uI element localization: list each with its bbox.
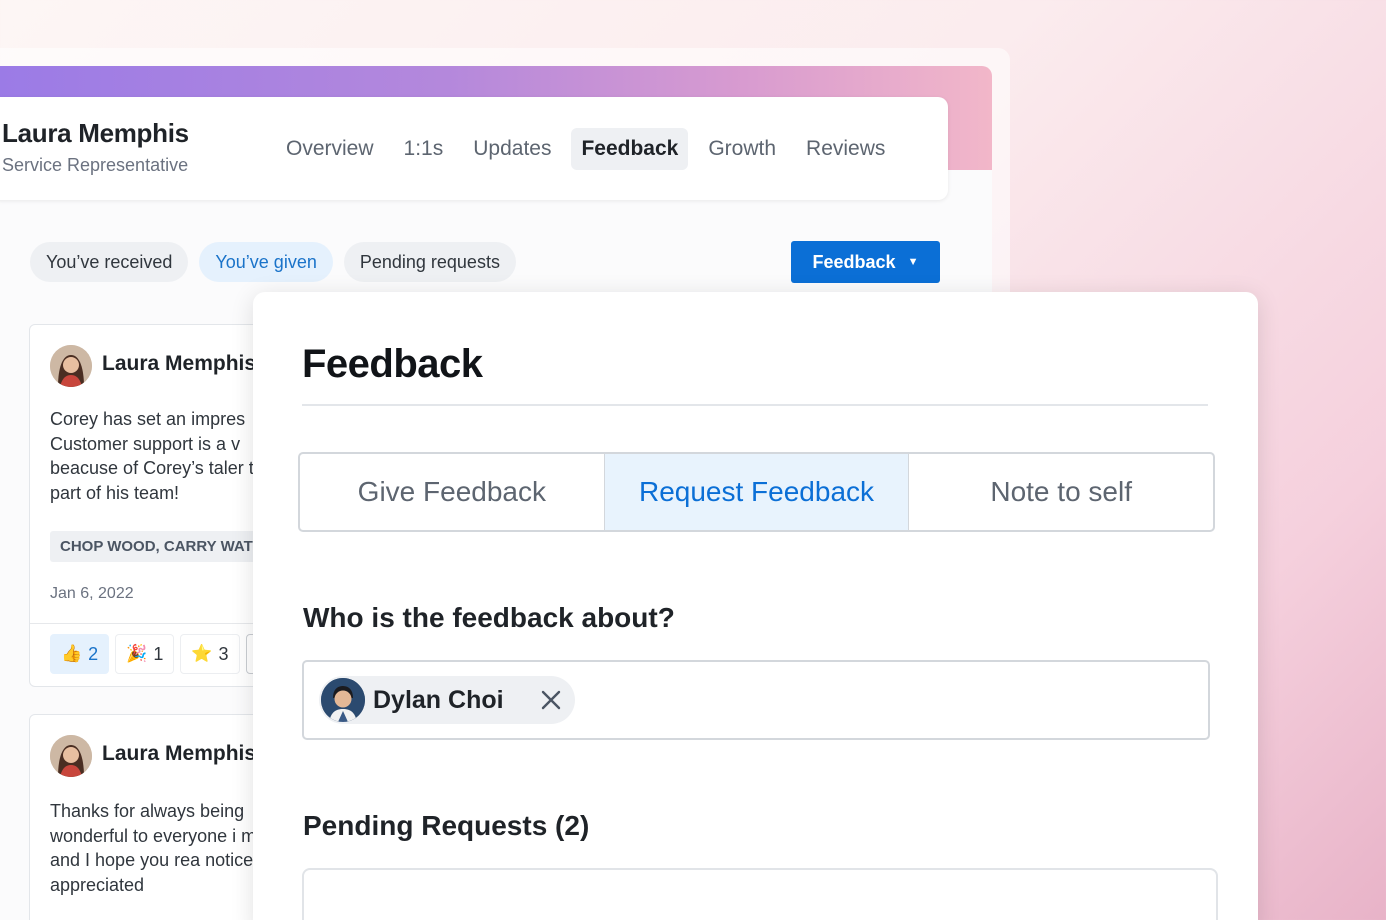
- modal-divider: [302, 404, 1208, 406]
- segment-request-feedback[interactable]: Request Feedback: [603, 454, 909, 530]
- star-icon: ⭐: [191, 644, 213, 663]
- card-author-name: Laura Memphis: [102, 742, 257, 765]
- reaction-count: 1: [153, 643, 164, 664]
- profile-name: Laura Memphis: [2, 118, 189, 148]
- segment-give-feedback[interactable]: Give Feedback: [300, 454, 604, 530]
- remove-person-button[interactable]: [539, 688, 563, 712]
- profile-role: Service Representative: [2, 155, 189, 175]
- person-avatar-icon: [50, 735, 92, 777]
- selected-person-chip: Dylan Choi: [319, 676, 575, 724]
- reaction-star[interactable]: ⭐ 3: [180, 634, 240, 674]
- feedback-type-selector: Give Feedback Request Feedback Note to s…: [298, 452, 1215, 532]
- card-value-tag: CHOP WOOD, CARRY WAT: [50, 531, 263, 562]
- card-divider: [30, 623, 288, 624]
- author-avatar: [50, 735, 92, 777]
- modal-title: Feedback: [302, 342, 483, 386]
- tab-growth[interactable]: Growth: [698, 128, 786, 170]
- profile-nav-tabs: Overview 1:1s Updates Feedback Growth Re…: [276, 128, 895, 170]
- tab-reviews[interactable]: Reviews: [796, 128, 895, 170]
- feedback-card: Laura Memphis Thanks for always being wo…: [29, 714, 289, 920]
- feedback-modal: Feedback Give Feedback Request Feedback …: [253, 292, 1258, 920]
- chip-received[interactable]: You’ve received: [30, 242, 189, 282]
- pending-requests-title: Pending Requests (2): [303, 810, 590, 841]
- reaction-count: 3: [218, 643, 229, 664]
- reaction-bar: 👍 2 🎉 1 ⭐ 3: [50, 634, 286, 674]
- card-date: Jan 6, 2022: [50, 585, 134, 602]
- person-select-field[interactable]: Dylan Choi: [302, 660, 1210, 740]
- person-avatar-icon: [50, 345, 92, 387]
- feedback-about-label: Who is the feedback about?: [303, 602, 675, 633]
- person-avatar: [321, 678, 365, 722]
- caret-down-icon: ▼: [907, 256, 919, 268]
- reaction-count: 2: [88, 643, 99, 664]
- tab-feedback[interactable]: Feedback: [571, 128, 689, 170]
- feedback-button-label: Feedback: [812, 251, 896, 272]
- feedback-card: Laura Memphis Corey has set an impres Cu…: [29, 324, 289, 687]
- close-icon: [541, 690, 561, 710]
- card-author-name: Laura Memphis: [102, 352, 257, 375]
- reaction-party[interactable]: 🎉 1: [115, 634, 175, 674]
- reaction-thumbs-up[interactable]: 👍 2: [50, 634, 110, 674]
- selected-person-name: Dylan Choi: [373, 685, 504, 714]
- party-popper-icon: 🎉: [126, 644, 148, 663]
- tab-updates[interactable]: Updates: [463, 128, 561, 170]
- thumbs-up-icon: 👍: [61, 644, 83, 663]
- tab-one-on-ones[interactable]: 1:1s: [394, 128, 454, 170]
- person-avatar-icon: [321, 678, 365, 722]
- segment-note-to-self[interactable]: Note to self: [908, 454, 1213, 530]
- author-avatar: [50, 345, 92, 387]
- pending-requests-list: [302, 868, 1218, 920]
- chip-pending-requests[interactable]: Pending requests: [343, 242, 516, 282]
- feedback-filter-chips: You’ve received You’ve given Pending req…: [30, 242, 516, 282]
- feedback-dropdown-button[interactable]: Feedback ▼: [791, 241, 940, 283]
- chip-given[interactable]: You’ve given: [199, 242, 333, 282]
- tab-overview[interactable]: Overview: [276, 128, 384, 170]
